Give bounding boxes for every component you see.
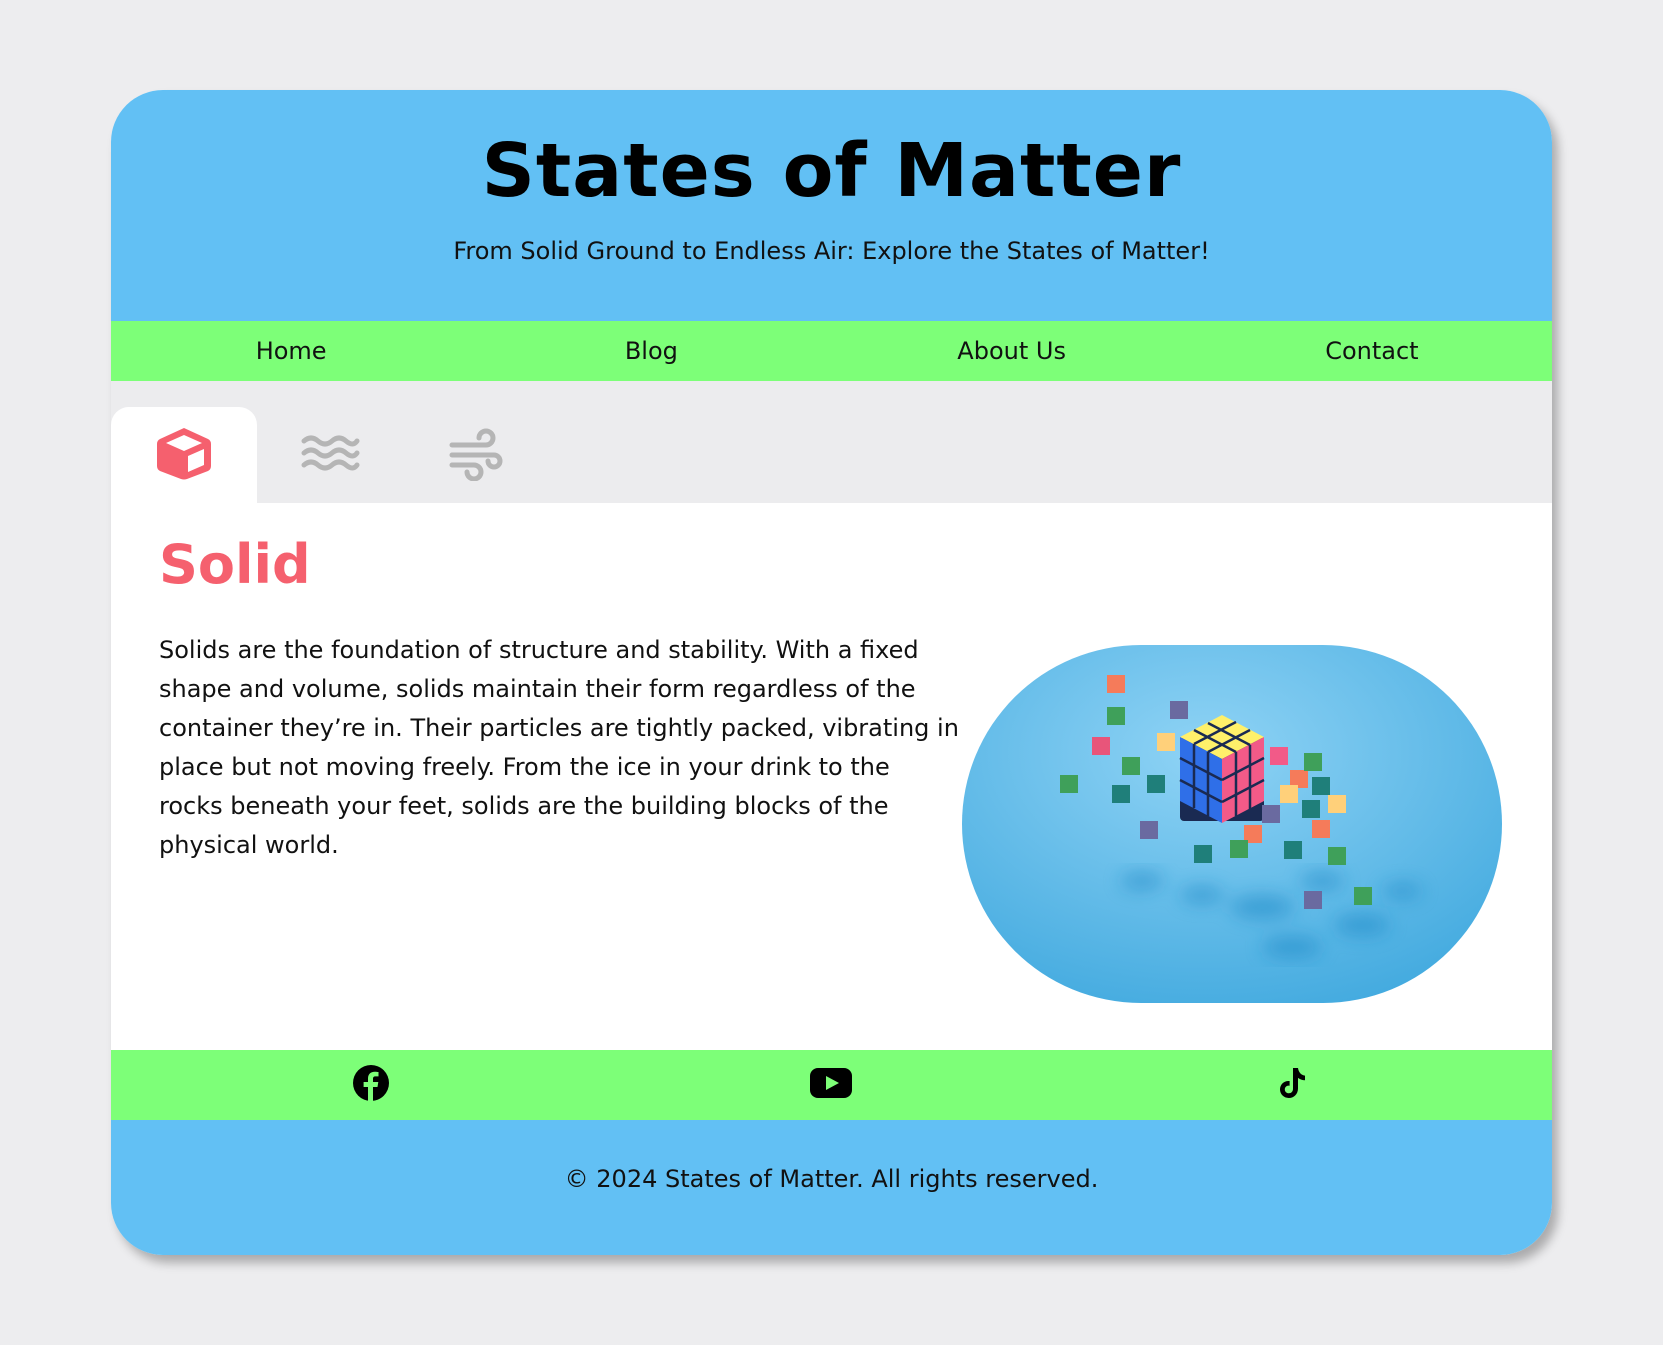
tab-liquid[interactable] [257, 407, 403, 503]
copyright-text: © 2024 States of Matter. All rights rese… [564, 1165, 1099, 1193]
nav-link-blog[interactable]: Blog [471, 321, 831, 381]
main-nav: Home Blog About Us Contact [111, 321, 1552, 381]
nav-link-home[interactable]: Home [111, 321, 471, 381]
youtube-link[interactable] [810, 1065, 852, 1105]
nav-link-about-us[interactable]: About Us [832, 321, 1192, 381]
social-bar [111, 1050, 1552, 1120]
cube-icon [155, 425, 213, 485]
state-content: Solid Solids are the foundation of struc… [111, 503, 1552, 1140]
tiktok-icon [1275, 1066, 1307, 1104]
tiktok-link[interactable] [1271, 1065, 1311, 1105]
facebook-link[interactable] [351, 1065, 391, 1105]
tab-solid[interactable] [111, 407, 257, 503]
nav-link-contact[interactable]: Contact [1192, 321, 1552, 381]
site-footer: © 2024 States of Matter. All rights rese… [111, 1120, 1552, 1255]
facebook-icon [352, 1064, 390, 1106]
state-title: Solid [159, 533, 311, 596]
youtube-icon [810, 1068, 852, 1102]
tab-gas[interactable] [403, 407, 549, 503]
water-waves-icon [300, 433, 360, 477]
page-card: States of Matter From Solid Ground to En… [111, 90, 1552, 1255]
state-description: Solids are the foundation of structure a… [159, 636, 959, 859]
site-header: States of Matter From Solid Ground to En… [111, 90, 1552, 321]
state-image [962, 645, 1502, 1003]
wind-icon [448, 425, 504, 485]
site-title: States of Matter [481, 128, 1182, 214]
site-tagline: From Solid Ground to Endless Air: Explor… [453, 237, 1210, 265]
